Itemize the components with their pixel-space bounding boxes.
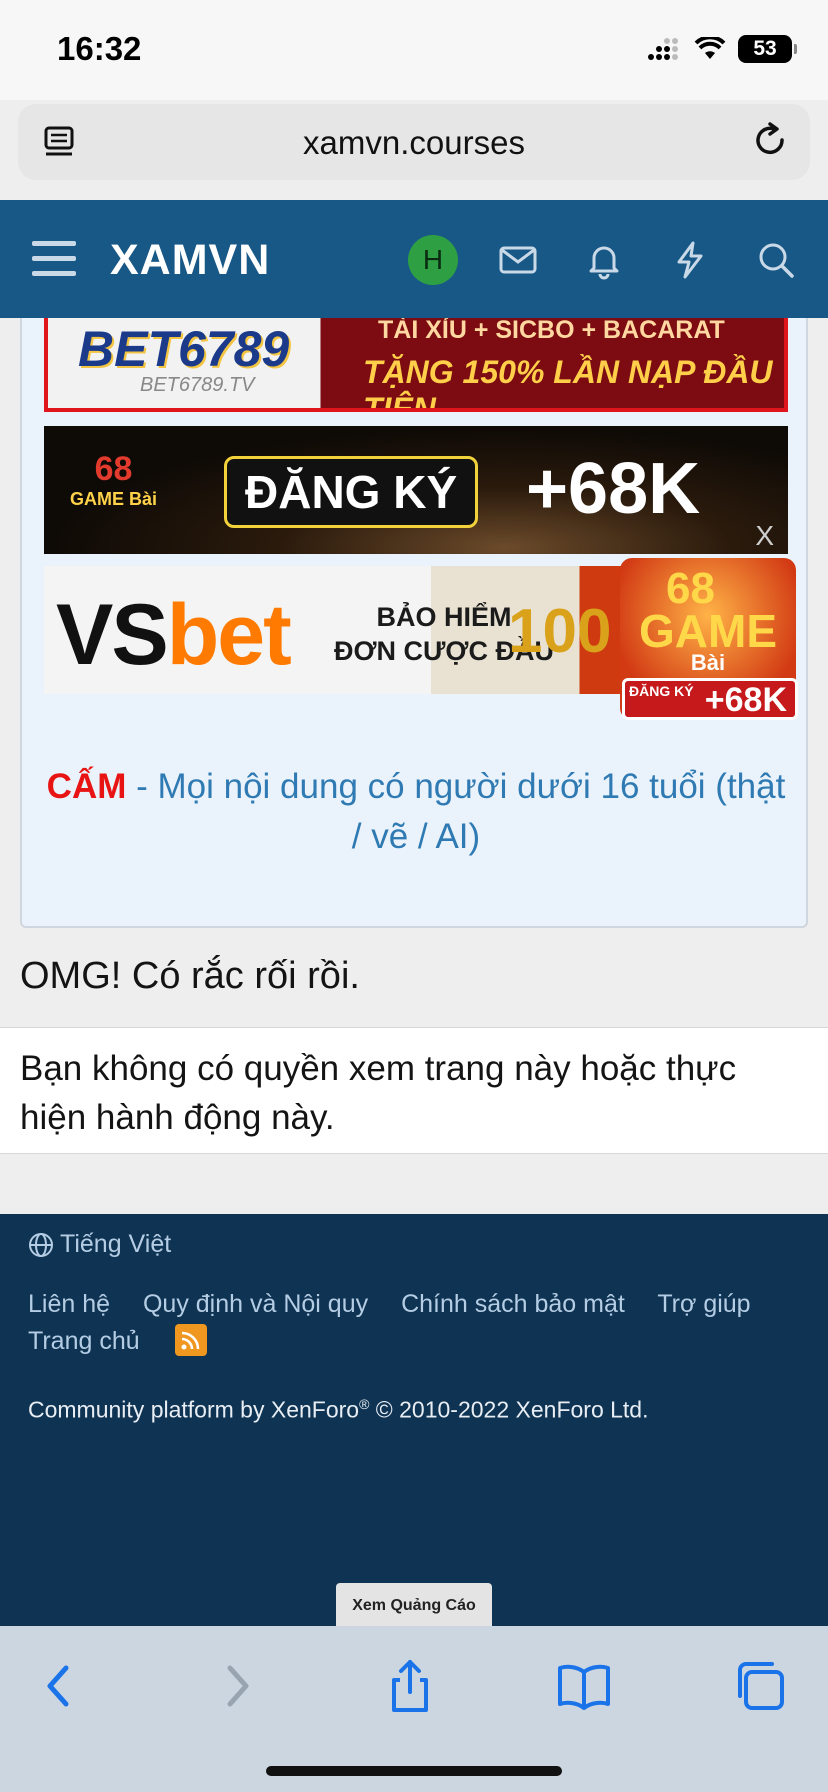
status-bar: 16:32 53	[0, 0, 828, 100]
bet6789-top-text: TÀI XỈU + SICBO + BACARAT	[378, 318, 725, 344]
forward-arrow-icon[interactable]	[206, 1656, 266, 1716]
bet6789-logo: BET6789	[78, 321, 290, 377]
bet6789-promo-text: TẶNG 150% LẦN NẠP ĐẦU TIÊN	[363, 354, 773, 412]
bet6789-subtitle: BET6789.TV	[140, 374, 255, 396]
language-selector[interactable]: Tiếng Việt	[28, 1230, 171, 1259]
footer-link-help[interactable]: Trợ giúp	[657, 1290, 750, 1318]
copyright-part-b: © 2010-2022 XenForo Ltd.	[369, 1396, 649, 1423]
site-header: XAMVN H	[0, 200, 828, 318]
reload-icon[interactable]	[752, 122, 790, 160]
footer-link-home[interactable]: Trang chủ	[28, 1327, 140, 1355]
floating-game-ad[interactable]: 68 GAME Bài ĐĂNG KÝ +68K	[620, 558, 798, 720]
copyright-text: Community platform by XenForo® © 2010-20…	[28, 1396, 648, 1424]
envelope-icon[interactable]	[498, 240, 538, 280]
close-ad-button[interactable]: X	[755, 520, 774, 552]
banner-68gamebai[interactable]: 68 GAME Bài ĐĂNG KÝ +68K X	[44, 426, 788, 554]
status-icons: 53	[648, 34, 797, 64]
view-ads-tab[interactable]: Xem Quảng Cáo	[336, 1583, 492, 1627]
url-text[interactable]: xamvn.courses	[18, 124, 810, 162]
game-ad-amount: +68K	[704, 681, 787, 719]
68gamebai-logo-sub: GAME Bài	[70, 489, 158, 509]
rss-icon[interactable]	[174, 1324, 207, 1357]
68gamebai-logo: 68 GAME Bài	[70, 452, 158, 514]
vsbet-amount: 100	[508, 597, 612, 666]
bonus-amount: +68K	[526, 449, 701, 529]
vsbet-logo-b: bet	[166, 587, 292, 683]
hamburger-menu-icon[interactable]	[32, 240, 76, 278]
error-box: Bạn không có quyền xem trang này hoặc th…	[0, 1027, 828, 1154]
banner-bet6789[interactable]: BET6789 BET6789.TV TÀI XỈU + SICBO + BAC…	[44, 318, 788, 412]
footer-link-rules[interactable]: Quy định và Nội quy	[143, 1290, 368, 1318]
registered-mark: ®	[359, 1396, 370, 1412]
footer-link-privacy[interactable]: Chính sách bảo mật	[401, 1290, 625, 1318]
share-icon[interactable]	[380, 1656, 440, 1716]
footer-links: Liên hệ Quy định và Nội quy Chính sách b…	[28, 1286, 808, 1360]
tabs-icon[interactable]	[730, 1656, 790, 1716]
error-title: OMG! Có rắc rối rồi.	[20, 955, 360, 997]
warning-text: - Mọi nội dung có người dưới 16 tuổi (th…	[126, 767, 786, 856]
lightning-bolt-icon[interactable]	[670, 240, 710, 280]
game-ad-sub: Bài	[690, 650, 726, 675]
game-ad-register-label: ĐĂNG KÝ	[629, 683, 694, 699]
globe-icon	[29, 1232, 53, 1257]
bookmarks-icon[interactable]	[554, 1656, 614, 1716]
battery-indicator: 53	[738, 35, 797, 63]
game-ad-register[interactable]: ĐĂNG KÝ +68K	[622, 678, 798, 720]
site-footer: Tiếng Việt Liên hệ Quy định và Nội quy C…	[0, 1214, 828, 1626]
user-avatar[interactable]: H	[408, 235, 458, 285]
vsbet-logo: VSbet	[56, 586, 292, 685]
status-time: 16:32	[57, 30, 142, 67]
error-message: Bạn không có quyền xem trang này hoặc th…	[20, 1049, 737, 1137]
copyright-part-a: Community platform by XenForo	[28, 1396, 360, 1423]
back-arrow-icon[interactable]	[30, 1656, 90, 1716]
language-label: Tiếng Việt	[60, 1230, 172, 1258]
68gamebai-logo-num: 68	[94, 450, 133, 488]
home-indicator	[266, 1766, 562, 1776]
cellular-signal-icon	[648, 38, 678, 60]
bell-icon[interactable]	[584, 240, 624, 280]
register-badge: ĐĂNG KÝ	[224, 456, 479, 528]
footer-link-contact[interactable]: Liên hệ	[28, 1290, 110, 1318]
wifi-icon	[694, 37, 726, 59]
url-bar[interactable]: xamvn.courses	[18, 104, 810, 180]
vsbet-logo-a: VS	[56, 587, 169, 683]
notice-panel: BET6789 BET6789.TV TÀI XỈU + SICBO + BAC…	[20, 318, 808, 928]
search-icon[interactable]	[756, 240, 796, 280]
warning-strong: CẤM	[46, 767, 127, 806]
age-warning: CẤM - Mọi nội dung có người dưới 16 tuổi…	[42, 762, 790, 862]
site-logo[interactable]: XAMVN	[110, 236, 270, 285]
